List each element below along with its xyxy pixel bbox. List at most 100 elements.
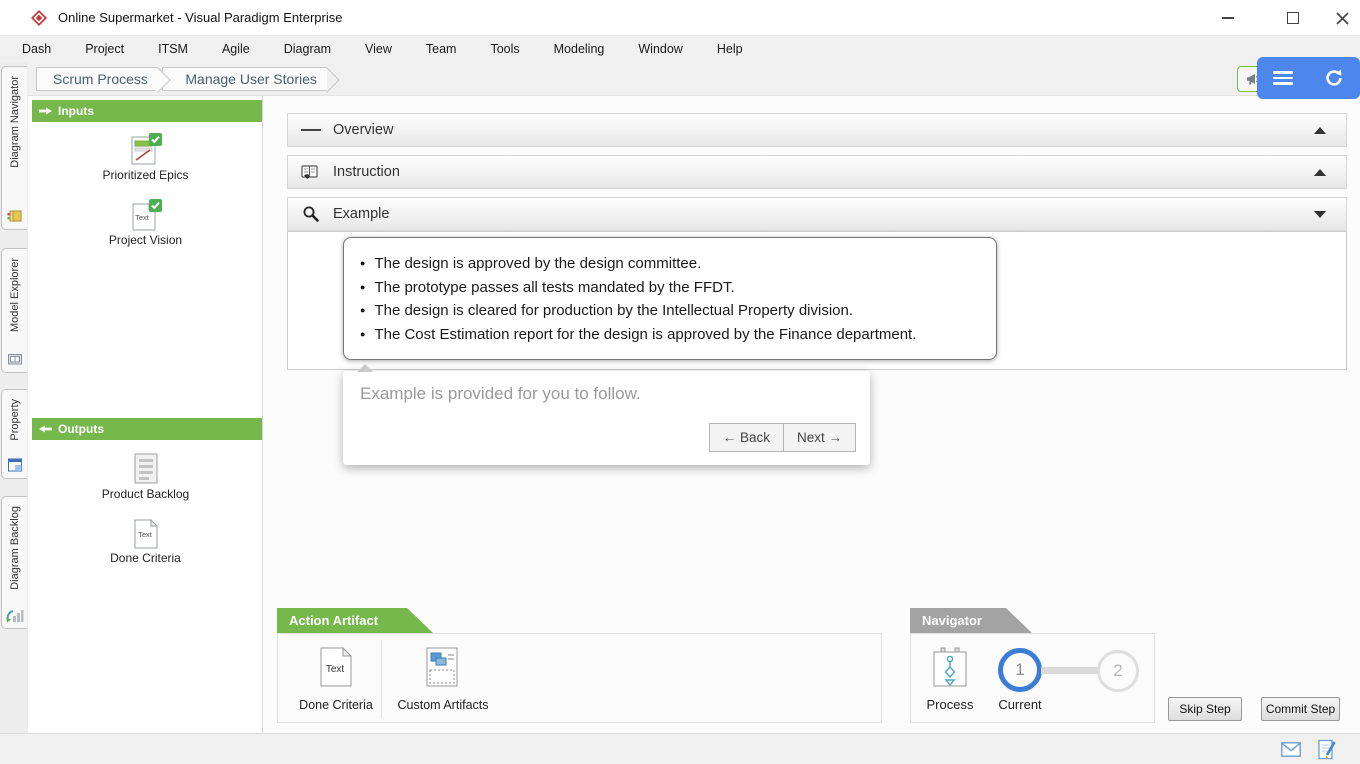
outputs-arrow-icon bbox=[38, 422, 53, 436]
commit-step-button[interactable]: Commit Step bbox=[1261, 697, 1340, 721]
visual-paradigm-logo-icon bbox=[30, 9, 48, 27]
back-button[interactable]: ← Back bbox=[709, 423, 783, 452]
done-criteria-output-label: Done Criteria bbox=[28, 551, 263, 565]
messages-button[interactable] bbox=[1281, 742, 1301, 762]
example-bullet: The Cost Estimation report for the desig… bbox=[360, 323, 986, 347]
section-overview[interactable]: Overview bbox=[287, 113, 1347, 147]
done-criteria-artifact-icon-text: Text bbox=[326, 664, 345, 675]
overview-icon bbox=[301, 127, 321, 134]
section-example-label: Example bbox=[333, 206, 389, 222]
action-artifact-panel: Text Done Criteria Custom Artifacts bbox=[277, 633, 882, 723]
menu-item-project[interactable]: Project bbox=[68, 36, 141, 62]
tab-diagram-navigator-label: Diagram Navigator bbox=[9, 76, 21, 168]
panel-divider bbox=[381, 640, 382, 718]
step-connector bbox=[1041, 667, 1098, 674]
status-bar bbox=[0, 733, 1360, 764]
product-backlog-label: Product Backlog bbox=[28, 487, 263, 501]
menu-item-view[interactable]: View bbox=[348, 36, 409, 62]
breadcrumb-bar: Scrum Process Manage User Stories bbox=[28, 62, 1360, 96]
mail-icon bbox=[1281, 742, 1301, 757]
current-step-label: Current bbox=[988, 697, 1052, 712]
done-criteria-artifact-icon[interactable]: Text bbox=[319, 646, 353, 693]
process-icon[interactable] bbox=[931, 647, 969, 694]
menu-item-help[interactable]: Help bbox=[700, 36, 760, 62]
example-bullet: The design is cleared for production by … bbox=[360, 299, 986, 323]
refresh-button[interactable] bbox=[1309, 57, 1360, 99]
window-title: Online Supermarket - Visual Paradigm Ent… bbox=[58, 0, 342, 36]
diagram-backlog-icon bbox=[6, 606, 24, 624]
skip-step-button[interactable]: Skip Step bbox=[1168, 697, 1242, 721]
expand-arrow-icon[interactable] bbox=[1314, 211, 1326, 218]
step-1-circle[interactable]: 1 bbox=[998, 648, 1042, 692]
tab-model-explorer[interactable]: Model Explorer bbox=[1, 248, 27, 373]
inputs-arrow-icon bbox=[38, 104, 53, 118]
example-magnifier-icon bbox=[301, 205, 321, 223]
breadcrumb-scrum-process[interactable]: Scrum Process bbox=[36, 67, 158, 91]
inputs-title: Inputs bbox=[58, 104, 94, 118]
collapse-arrow-icon[interactable] bbox=[1314, 127, 1326, 134]
menu-item-agile[interactable]: Agile bbox=[205, 36, 267, 62]
tab-diagram-backlog-label: Diagram Backlog bbox=[9, 506, 21, 590]
maximize-button[interactable] bbox=[1273, 0, 1313, 36]
prioritized-epics-icon[interactable] bbox=[129, 133, 163, 172]
tab-property-label: Property bbox=[9, 399, 21, 441]
close-button[interactable] bbox=[1322, 0, 1360, 36]
process-label: Process bbox=[917, 697, 983, 712]
edit-log-button[interactable] bbox=[1318, 739, 1337, 764]
title-bar: Online Supermarket - Visual Paradigm Ent… bbox=[0, 0, 1360, 36]
guide-popup: Example is provided for you to follow. ←… bbox=[343, 371, 870, 465]
model-explorer-icon bbox=[6, 350, 24, 368]
example-bullet: The design is approved by the design com… bbox=[360, 252, 986, 276]
menu-item-dash[interactable]: Dash bbox=[5, 36, 68, 62]
application-window: Online Supermarket - Visual Paradigm Ent… bbox=[0, 0, 1360, 764]
tab-diagram-backlog[interactable]: Diagram Backlog bbox=[1, 496, 27, 629]
minimize-button[interactable] bbox=[1208, 0, 1248, 36]
section-instruction-label: Instruction bbox=[333, 164, 400, 180]
section-example[interactable]: Example bbox=[287, 197, 1347, 231]
document-edit-icon bbox=[1318, 739, 1337, 760]
collapse-arrow-icon[interactable] bbox=[1314, 169, 1326, 176]
project-vision-icon-text: Text bbox=[135, 213, 150, 222]
step-2-circle[interactable]: 2 bbox=[1097, 650, 1139, 692]
menu-item-window[interactable]: Window bbox=[621, 36, 699, 62]
menu-bar: Dash Project ITSM Agile Diagram View Tea… bbox=[0, 36, 1360, 62]
prioritized-epics-label: Prioritized Epics bbox=[28, 168, 263, 182]
tab-diagram-navigator[interactable]: Diagram Navigator bbox=[1, 66, 27, 230]
refresh-icon bbox=[1323, 67, 1345, 89]
example-bullet: The prototype passes all tests mandated … bbox=[360, 276, 986, 300]
navigator-title: Navigator bbox=[922, 613, 982, 628]
menu-item-itsm[interactable]: ITSM bbox=[141, 36, 205, 62]
menu-item-tools[interactable]: Tools bbox=[473, 36, 536, 62]
custom-artifacts-icon[interactable] bbox=[424, 646, 460, 693]
tab-model-explorer-label: Model Explorer bbox=[9, 258, 21, 332]
outputs-header: Outputs bbox=[32, 418, 262, 440]
outputs-title: Outputs bbox=[58, 422, 104, 436]
action-artifact-title: Action Artifact bbox=[289, 613, 378, 628]
floating-toolbar bbox=[1257, 57, 1360, 99]
breadcrumb: Scrum Process Manage User Stories bbox=[36, 67, 327, 91]
next-button[interactable]: Next → bbox=[783, 423, 856, 452]
section-overview-label: Overview bbox=[333, 122, 393, 138]
panel-menu-button[interactable] bbox=[1257, 57, 1309, 99]
workflow-io-panel: Inputs Prioritized Epics Text Project V bbox=[28, 96, 263, 733]
navigator-panel: Process 1 2 Current bbox=[910, 633, 1155, 723]
breadcrumb-manage-user-stories[interactable]: Manage User Stories bbox=[162, 67, 327, 91]
done-criteria-artifact-label: Done Criteria bbox=[291, 698, 381, 712]
menu-item-modeling[interactable]: Modeling bbox=[537, 36, 622, 62]
example-bullets-tooltip: The design is approved by the design com… bbox=[343, 237, 997, 360]
side-tab-strip: Diagram Navigator Model Explorer Propert… bbox=[0, 62, 28, 764]
popup-pointer-icon bbox=[357, 364, 373, 372]
project-vision-label: Project Vision bbox=[28, 233, 263, 247]
tab-property[interactable]: Property bbox=[1, 389, 27, 479]
section-instruction[interactable]: Instruction bbox=[287, 155, 1347, 189]
menu-item-diagram[interactable]: Diagram bbox=[267, 36, 348, 62]
step-2-number: 2 bbox=[1113, 661, 1122, 681]
minimize-icon bbox=[1222, 17, 1234, 19]
custom-artifacts-label: Custom Artifacts bbox=[388, 698, 498, 712]
example-bullet-list: The design is approved by the design com… bbox=[360, 252, 986, 346]
close-icon bbox=[1336, 12, 1349, 25]
product-backlog-icon[interactable] bbox=[129, 452, 163, 491]
menu-item-team[interactable]: Team bbox=[409, 36, 474, 62]
maximize-icon bbox=[1287, 12, 1299, 24]
action-artifact-tab: Action Artifact bbox=[277, 608, 433, 633]
